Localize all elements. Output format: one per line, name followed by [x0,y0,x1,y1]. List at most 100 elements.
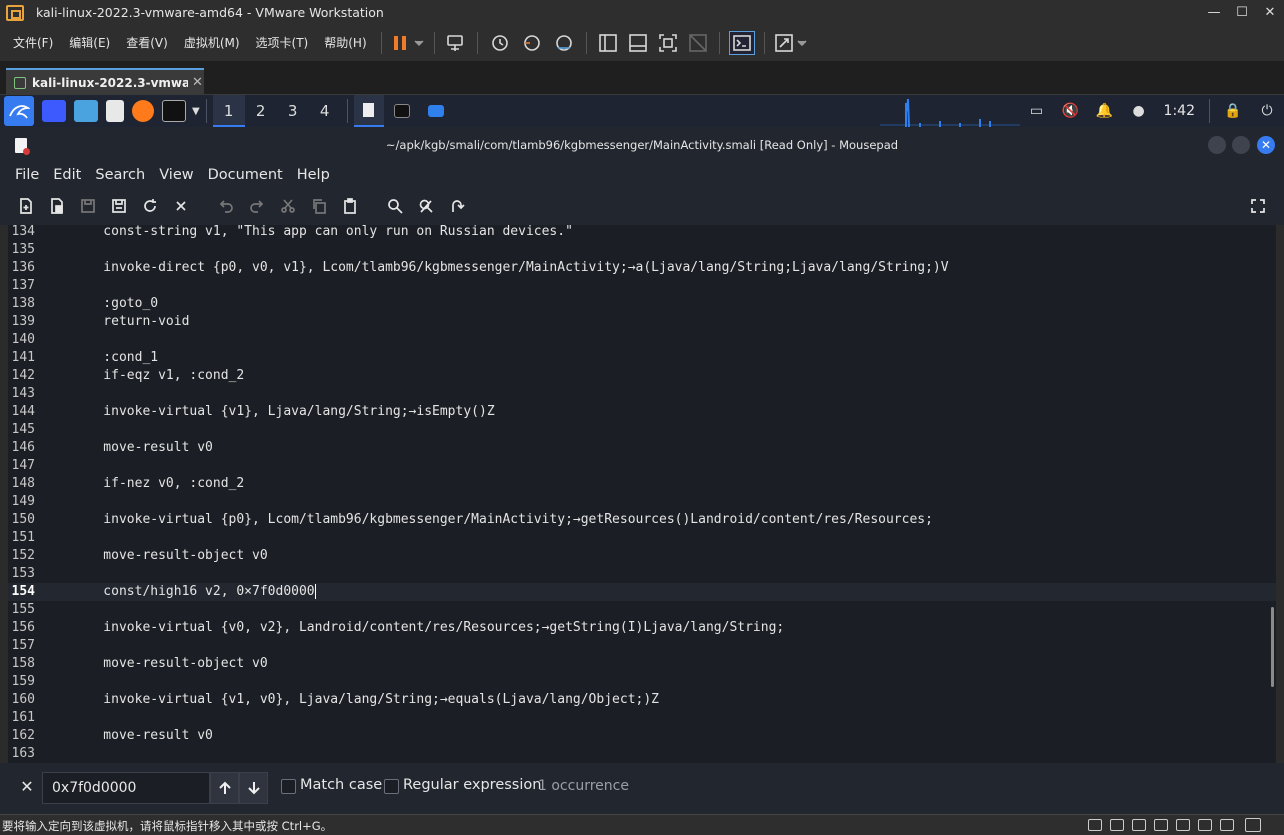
editor-line[interactable]: 137 [8,277,1276,295]
copy-button[interactable] [310,197,328,215]
menu-help[interactable]: Help [290,167,337,183]
cut-button[interactable] [279,197,297,215]
line-code[interactable]: move-result v0 [72,727,213,745]
next-match-button[interactable] [239,772,268,804]
editor-line[interactable]: 142 if-eqz v1, :cond_2 [8,367,1276,385]
snapshot-manager-button[interactable] [551,31,577,55]
line-code[interactable]: invoke-virtual {v0, v2}, Landroid/conten… [72,619,784,637]
new-document-button[interactable] [17,197,35,215]
menu-view[interactable]: 查看(V) [118,31,176,55]
display-icon[interactable] [1220,819,1234,831]
line-code[interactable]: if-nez v0, :cond_2 [72,475,244,493]
previous-match-button[interactable] [210,772,239,804]
editor-line[interactable]: 160 invoke-virtual {v1, v0}, Ljava/lang/… [8,691,1276,709]
editor-line[interactable]: 162 move-result v0 [8,727,1276,745]
line-code[interactable]: const-string v1, "This app can only run … [72,225,573,241]
fullscreen-button[interactable] [1249,197,1267,215]
revert-snapshot-button[interactable] [519,31,545,55]
editor-line[interactable]: 140 [8,331,1276,349]
line-code[interactable]: invoke-virtual {p0}, Lcom/tlamb96/kgbmes… [72,511,933,529]
editor-line[interactable]: 134 const-string v1, "This app can only … [8,225,1276,241]
editor-line[interactable]: 152 move-result-object v0 [8,547,1276,565]
vertical-scrollbar[interactable] [1271,607,1274,687]
unity-button[interactable] [686,31,710,55]
new-window-button[interactable] [48,197,66,215]
menu-tabs[interactable]: 选项卡(T) [248,31,317,55]
editor-line[interactable]: 143 [8,385,1276,403]
find-button[interactable] [386,197,404,215]
regex-checkbox[interactable] [384,779,399,794]
send-ctrl-alt-del-button[interactable] [444,31,468,55]
sound-card-icon[interactable] [1176,819,1190,831]
show-desktop-icon[interactable] [42,100,66,122]
maximize-button[interactable] [1232,136,1250,154]
minimize-button[interactable]: — [1200,0,1228,25]
logout-icon[interactable]: ⏻ [1250,95,1284,127]
console-view-button[interactable] [728,31,755,55]
message-log-icon[interactable] [1245,818,1261,832]
menu-file[interactable]: File [8,167,46,183]
printer-icon[interactable] [1198,819,1212,831]
editor-line[interactable]: 150 invoke-virtual {p0}, Lcom/tlamb96/kg… [8,511,1276,529]
taskbar-mousepad[interactable] [353,95,384,127]
taskbar-folder[interactable] [427,105,444,117]
file-manager-icon[interactable] [74,100,98,122]
line-code[interactable]: move-result-object v0 [72,655,267,673]
workspace-2[interactable]: 2 [245,95,277,127]
firefox-icon[interactable] [132,100,154,122]
editor-line[interactable]: 155 [8,601,1276,619]
editor-line[interactable]: 157 [8,637,1276,655]
editor-line[interactable]: 161 [8,709,1276,727]
go-to-line-button[interactable] [448,197,466,215]
editor-line[interactable]: 146 move-result v0 [8,439,1276,457]
clock[interactable]: 1:42 [1156,103,1203,119]
editor-line[interactable]: 163 [8,745,1276,763]
menu-file[interactable]: 文件(F) [5,31,61,55]
line-code[interactable]: move-result-object v0 [72,547,267,565]
close-document-button[interactable] [172,197,190,215]
undo-button[interactable] [217,197,235,215]
line-code[interactable]: invoke-virtual {v1}, Ljava/lang/String;→… [72,403,494,421]
editor-line[interactable]: 149 [8,493,1276,511]
workspace-3[interactable]: 3 [277,95,309,127]
find-replace-button[interactable] [417,197,435,215]
editor-line[interactable]: 158 move-result-object v0 [8,655,1276,673]
notifications-icon[interactable]: 🔔 [1088,95,1122,127]
network-icon[interactable]: ▭ [1020,95,1054,127]
network-adapter-icon[interactable] [1132,819,1146,831]
line-code[interactable]: :cond_1 [72,349,158,367]
editor-line[interactable]: 135 [8,241,1276,259]
workspace-1[interactable]: 1 [212,95,245,127]
match-case-label[interactable]: Match case [300,777,382,793]
snapshot-button[interactable] [487,31,513,55]
line-code[interactable]: return-void [72,313,189,331]
editor-line[interactable]: 148 if-nez v0, :cond_2 [8,475,1276,493]
text-editor[interactable]: 134 const-string v1, "This app can only … [8,225,1276,763]
editor-line[interactable]: 139 return-void [8,313,1276,331]
line-code[interactable]: const/high16 v2, 0×7f0d0000 [72,583,316,601]
menu-document[interactable]: Document [201,167,290,183]
cd-rom-icon[interactable] [1110,819,1124,831]
editor-line[interactable]: 159 [8,673,1276,691]
editor-line[interactable]: 136 invoke-direct {p0, v0, v1}, Lcom/tla… [8,259,1276,277]
save-as-button[interactable] [110,197,128,215]
editor-line[interactable]: 147 [8,457,1276,475]
editor-line[interactable]: 151 [8,529,1276,547]
editor-line[interactable]: 156 invoke-virtual {v0, v2}, Landroid/co… [8,619,1276,637]
save-button[interactable] [79,197,97,215]
close-tab-button[interactable]: ✕ [192,75,203,90]
editor-line[interactable]: 153 [8,565,1276,583]
workspace-4[interactable]: 4 [309,95,341,127]
reload-button[interactable] [141,197,159,215]
editor-line[interactable]: 141 :cond_1 [8,349,1276,367]
pause-vm-button[interactable] [391,31,425,55]
editor-line[interactable]: 144 invoke-virtual {v1}, Ljava/lang/Stri… [8,403,1276,421]
stretch-guest-button[interactable] [774,31,808,55]
vm-tab[interactable]: kali-linux-2022.3-vmware... ✕ [6,68,204,95]
line-code[interactable]: move-result v0 [72,439,213,457]
terminal-launcher-icon[interactable] [162,100,186,122]
line-code[interactable]: :goto_0 [72,295,158,313]
maximize-button[interactable]: ☐ [1228,0,1256,25]
menu-vm[interactable]: 虚拟机(M) [176,31,248,55]
line-code[interactable]: if-eqz v1, :cond_2 [72,367,244,385]
